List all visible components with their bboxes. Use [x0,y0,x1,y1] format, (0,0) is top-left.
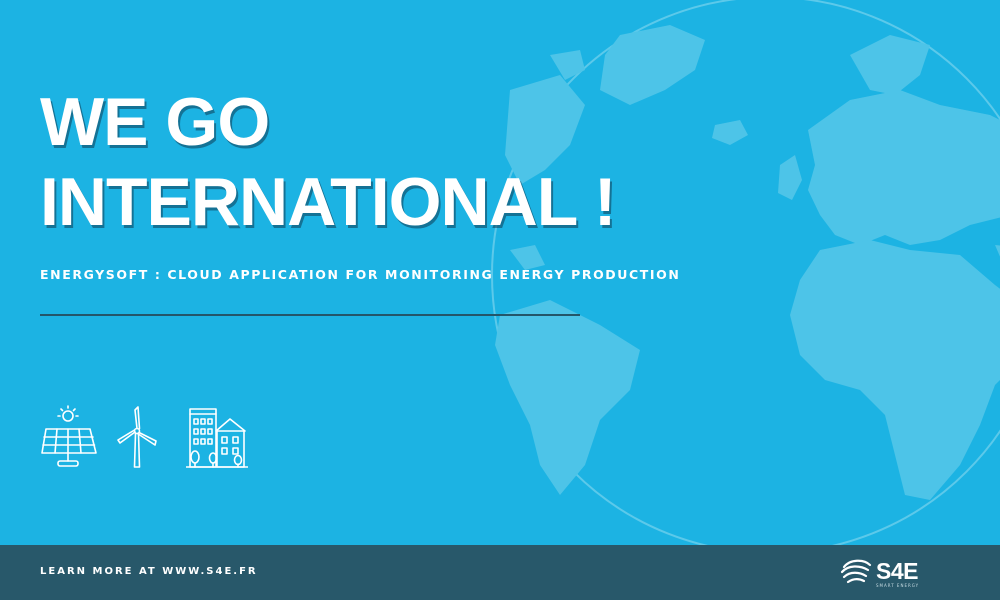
s4e-logo-mark-icon [840,559,872,584]
logo-wordmark: S4E [876,558,918,584]
solar-panel-icon [40,405,98,469]
headline-line-2: INTERNATIONAL ! [40,164,617,240]
logo-tagline: SMART ENERGY [876,583,920,588]
divider-line [40,314,580,316]
hero-banner: WE GO INTERNATIONAL ! ENERGYSOFT : CLOUD… [0,0,1000,545]
headline-line-1: WE GO [40,84,270,160]
subtitle: ENERGYSOFT : CLOUD APPLICATION FOR MONIT… [40,267,681,282]
buildings-icon [186,405,248,469]
footer-bar: LEARN MORE AT WWW.S4E.FR S4E SMART ENERG… [0,545,1000,600]
learn-more-link[interactable]: LEARN MORE AT WWW.S4E.FR [40,566,258,577]
headline: WE GO INTERNATIONAL ! [40,82,617,242]
wind-turbine-icon [115,405,160,469]
s4e-logo[interactable]: S4E SMART ENERGY [838,557,948,589]
